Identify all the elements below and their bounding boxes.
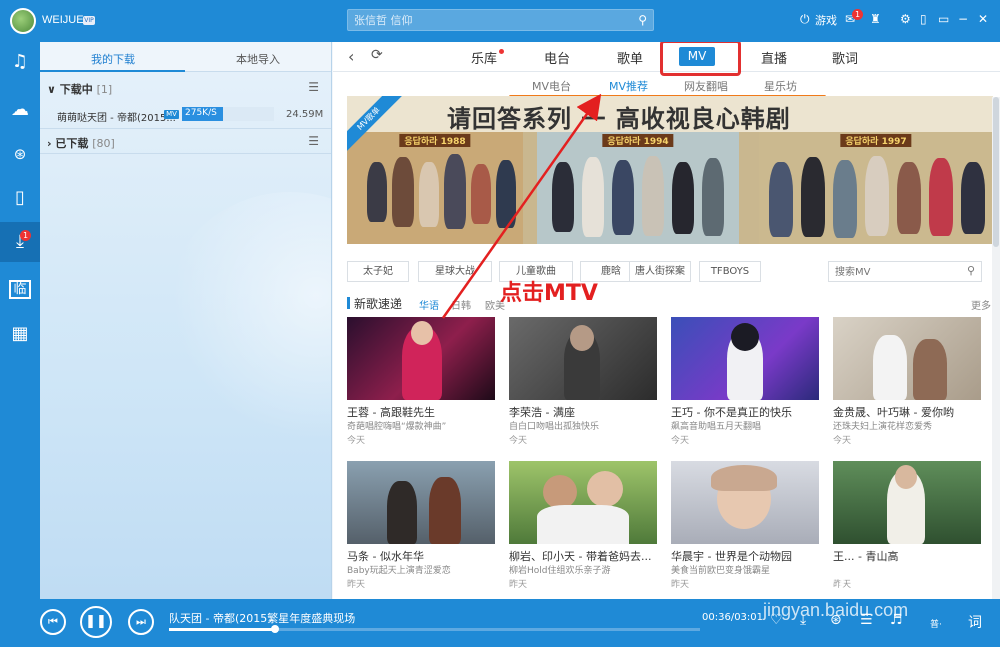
annotation-arrow: [441, 93, 602, 319]
lyrics-button[interactable]: 词: [968, 612, 982, 632]
baidu-watermark: Baidu 经验 jingyan.baidu.com: [762, 560, 914, 620]
annotation-text: 点击MTV: [500, 281, 598, 306]
play-time: 00:36/03:01: [702, 612, 764, 623]
progress-knob[interactable]: [271, 625, 280, 633]
prev-icon[interactable]: ⏮: [40, 609, 66, 635]
pause-icon[interactable]: ❚❚: [80, 606, 112, 638]
quality-label[interactable]: 普·: [930, 617, 942, 630]
next-icon[interactable]: ⏭: [128, 609, 154, 635]
app-window: WEIJUE VIP ⚲ ⏻ 游戏 ✉ 1 ♜ ⚙ ▯ ▭ − ✕ ♫ ☁ ⊛ …: [0, 0, 1000, 647]
watermark-url: jingyan.baidu.com: [763, 600, 909, 620]
watermark-brand: Baidu 经验: [762, 569, 914, 602]
progress-track[interactable]: [169, 625, 700, 633]
progress-fill: [169, 628, 276, 631]
now-playing-title: 队天团 - 帝都(2015繁星年度盛典现场: [169, 612, 356, 625]
